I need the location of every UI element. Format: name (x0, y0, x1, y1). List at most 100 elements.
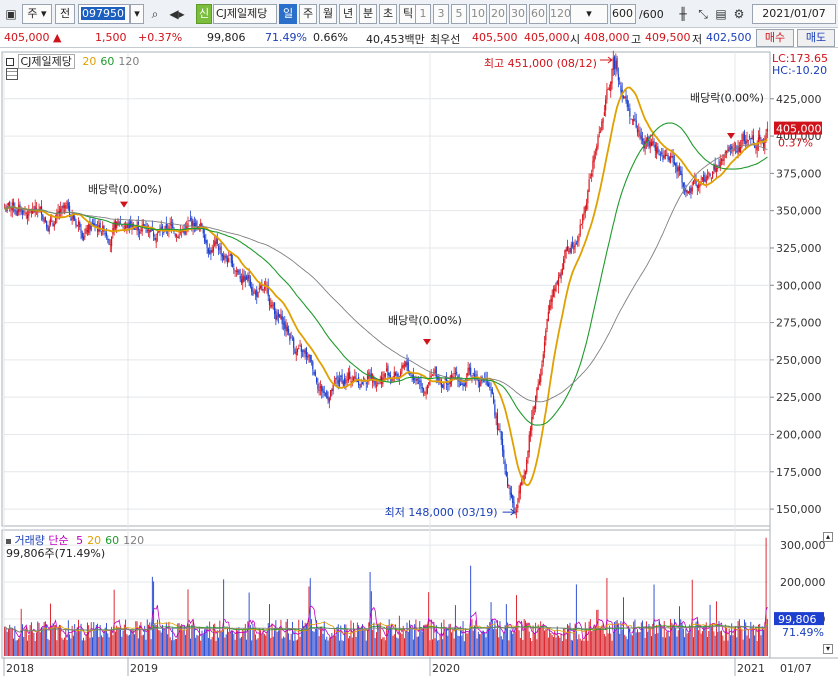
candle-body (448, 382, 450, 384)
interval-button-20[interactable]: 20 (489, 4, 507, 24)
candle-body (537, 384, 539, 390)
price-axis: 425,000400,000375,000350,000325,000300,0… (770, 93, 822, 516)
candle-icon[interactable]: ╫ (674, 4, 692, 24)
candle-body (140, 229, 142, 232)
candle-body (606, 89, 608, 100)
interval-button-30[interactable]: 30 (509, 4, 527, 24)
candle-body (322, 388, 324, 393)
candle-body (211, 249, 213, 253)
candle-body (620, 85, 622, 92)
interval-button-5[interactable]: 5 (451, 4, 467, 24)
date-input[interactable]: 2021/01/07 (752, 4, 836, 24)
volume-collapse-icon[interactable]: ▴ (823, 532, 833, 542)
period-tab-5[interactable]: 초 (379, 4, 397, 24)
search-icon[interactable]: ⌕ (146, 4, 164, 24)
candle-body (77, 221, 80, 226)
stock-name[interactable]: CJ제일제당 (213, 4, 277, 24)
layout-icon[interactable]: ▣ (2, 4, 20, 24)
candle-body (462, 383, 464, 387)
candle-body (690, 188, 692, 194)
candle-body (361, 382, 364, 385)
candle-body (256, 289, 258, 297)
candle-body (270, 305, 272, 307)
grid-icon[interactable] (6, 68, 18, 80)
candle-body (543, 342, 546, 353)
candle-body (70, 218, 72, 220)
candle-body (653, 141, 655, 143)
candle-body (459, 383, 462, 386)
period-tab-1[interactable]: 주 (299, 4, 317, 24)
price-tick-label: 300,000 (776, 279, 822, 292)
interval-button-120[interactable]: 120 (549, 4, 571, 24)
period-tab-3[interactable]: 년 (339, 4, 357, 24)
candle-body (422, 388, 425, 392)
candle-body (709, 173, 711, 176)
candle-body (541, 364, 543, 375)
candle-body (298, 348, 300, 350)
buy-button[interactable]: 매수 (756, 29, 794, 47)
candle-body (745, 141, 747, 144)
candle-body (88, 224, 90, 233)
code-dropdown-button[interactable]: ▾ (130, 4, 144, 24)
x-axis-label: 2021 (737, 662, 765, 675)
gear-icon[interactable]: ⚙ (730, 4, 748, 24)
count-total: /600 (639, 8, 664, 21)
count-input[interactable]: 600 (610, 4, 636, 24)
volume-expand-icon[interactable]: ▾ (823, 644, 833, 654)
candle-body (612, 57, 614, 71)
candle-body (619, 83, 621, 84)
save-icon[interactable]: ▤ (712, 4, 730, 24)
interval-button-60[interactable]: 60 (529, 4, 547, 24)
speaker-icon[interactable]: ◀▸ (164, 4, 190, 24)
candle-body (636, 128, 639, 133)
candle-body (193, 223, 195, 227)
candle-body (276, 315, 278, 320)
code-input[interactable]: 097950 (78, 4, 130, 24)
candle-body (253, 292, 255, 294)
candle-body (515, 510, 518, 513)
candle-body (565, 248, 567, 252)
candle-body (650, 142, 653, 146)
candle-body (119, 222, 122, 224)
candle-body (608, 88, 611, 90)
candle-body (74, 216, 76, 221)
sell-button[interactable]: 매도 (797, 29, 835, 47)
draw-icon[interactable]: ⤡ (694, 4, 712, 24)
period-tab-0[interactable]: 일 (279, 4, 297, 24)
candle-body (238, 269, 240, 275)
candle-body (174, 234, 176, 236)
interval-button-10[interactable]: 10 (469, 4, 487, 24)
candle-body (284, 321, 286, 329)
candle-body (456, 371, 458, 374)
candle-body (54, 217, 57, 224)
range-dropdown[interactable]: ▾ (570, 4, 608, 24)
candle-body (90, 225, 92, 231)
period-tab-2[interactable]: 월 (319, 4, 337, 24)
candle-body (212, 246, 215, 252)
candle-body (453, 373, 455, 375)
chart-svg[interactable]: 425,000400,000375,000350,000325,000300,0… (0, 48, 838, 678)
candle-body (346, 379, 348, 381)
candle-body (532, 408, 534, 419)
candle-body (536, 388, 538, 399)
candle-body (573, 246, 575, 250)
interval-button-1[interactable]: 1 (415, 4, 431, 24)
chart-area[interactable]: 425,000 400,000 375,000 350,000 325,000 300,0… (0, 48, 838, 678)
market-select[interactable]: 주 ▾ (22, 4, 52, 24)
candle-body (718, 165, 720, 167)
candle-body (75, 220, 77, 226)
candle-body (434, 369, 436, 374)
candle-body (195, 222, 197, 227)
candle-body (323, 391, 325, 393)
candle-body (551, 295, 553, 302)
candle-body (708, 172, 710, 174)
candle-body (214, 241, 216, 246)
candle-body (570, 244, 572, 253)
all-button[interactable]: 전 (55, 4, 75, 24)
interval-button-3[interactable]: 3 (433, 4, 449, 24)
grid-toggle[interactable] (6, 68, 18, 83)
volume-current: 99,806주(71.49%) (6, 547, 106, 560)
candle-body (337, 380, 339, 384)
candle-body (344, 378, 346, 385)
period-tab-4[interactable]: 분 (359, 4, 377, 24)
